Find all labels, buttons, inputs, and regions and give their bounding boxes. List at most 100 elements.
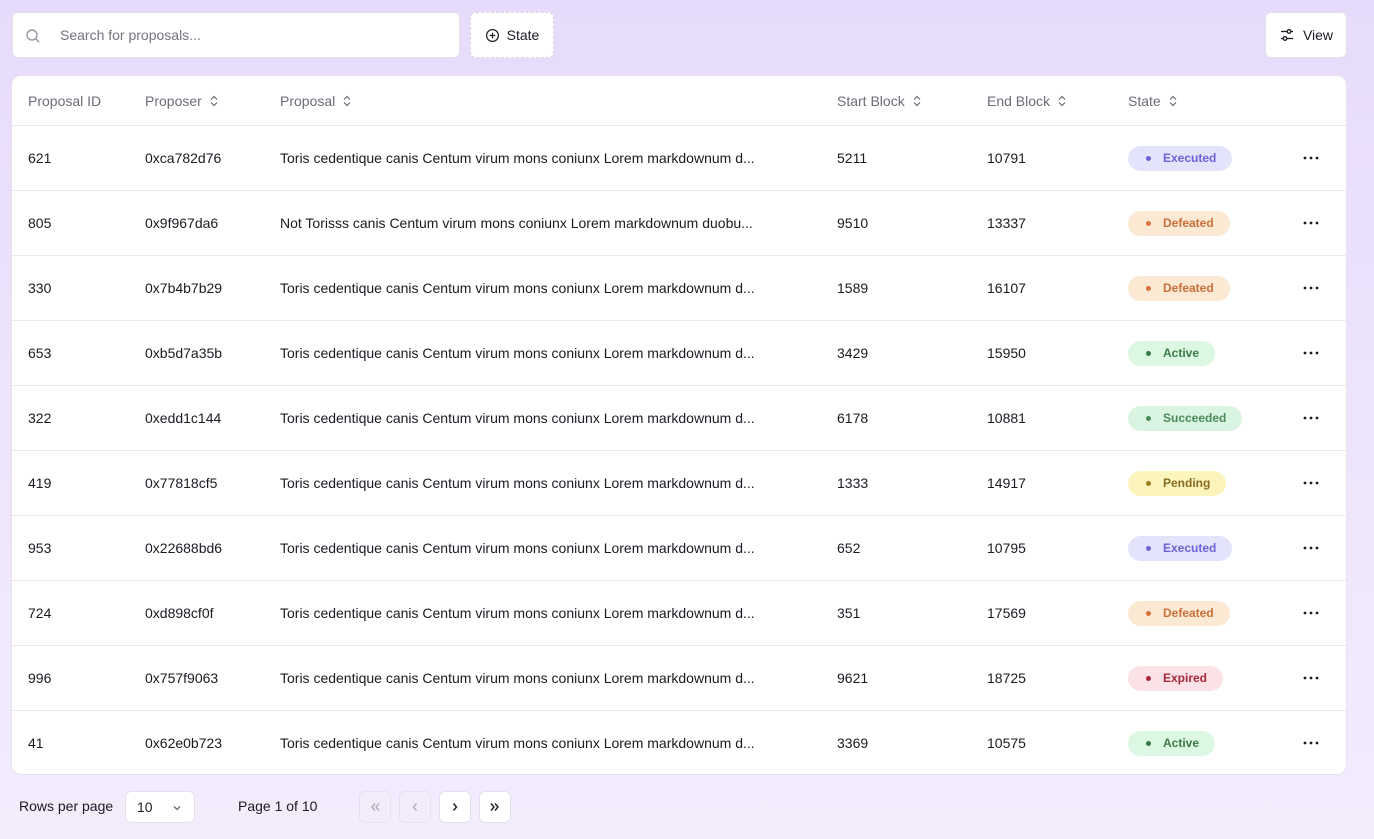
- cell-start-block: 5211: [837, 150, 868, 166]
- status-badge: Defeated: [1128, 600, 1230, 626]
- sort-icon: [1058, 95, 1066, 107]
- chevrons-right-icon: [490, 803, 499, 811]
- rows-per-page-value: 10: [137, 799, 153, 815]
- pagination-footer: Rows per page 10 Page 1 of 10: [0, 790, 1374, 824]
- table-row[interactable]: 653 0xb5d7a35b Toris cedentique canis Ce…: [12, 321, 1346, 386]
- cell-state: Defeated: [1128, 581, 1230, 645]
- cell-state: Executed: [1128, 516, 1233, 580]
- cell-state: Active: [1128, 321, 1216, 385]
- cell-actions: [1297, 581, 1325, 645]
- header-start-block[interactable]: Start Block: [837, 76, 922, 126]
- cell-proposal: Toris cedentique canis Centum virum mons…: [280, 605, 755, 621]
- status-dot: [1146, 740, 1151, 746]
- header-proposal[interactable]: Proposal: [280, 76, 352, 126]
- cell-start-block: 1333: [837, 475, 869, 491]
- row-menu-button[interactable]: [1297, 599, 1325, 627]
- header-proposal-id-label: Proposal ID: [28, 93, 102, 109]
- cell-actions: [1297, 256, 1325, 320]
- status-dot: [1146, 675, 1151, 681]
- cell-state: Pending: [1128, 451, 1227, 515]
- plus-circle-icon: [485, 28, 499, 42]
- more-horizontal-icon: [1303, 286, 1319, 290]
- cell-start-block: 9621: [837, 670, 869, 686]
- header-proposer-label: Proposer: [145, 93, 202, 109]
- cell-proposal: Not Torisss canis Centum virum mons coni…: [280, 215, 753, 231]
- table-row[interactable]: 330 0x7b4b7b29 Toris cedentique canis Ce…: [12, 256, 1346, 321]
- status-dot: [1146, 220, 1151, 226]
- sort-icon: [1169, 95, 1177, 107]
- table-row[interactable]: 805 0x9f967da6 Not Torisss canis Centum …: [12, 191, 1346, 256]
- header-state[interactable]: State: [1128, 76, 1178, 126]
- state-filter-button[interactable]: State: [470, 12, 554, 58]
- status-dot: [1146, 480, 1151, 486]
- status-label: Defeated: [1163, 281, 1214, 295]
- cell-actions: [1297, 386, 1325, 450]
- toolbar: State View: [12, 12, 1347, 58]
- cell-start-block: 9510: [837, 215, 869, 231]
- chevron-right-icon: [452, 803, 458, 811]
- status-label: Executed: [1163, 151, 1217, 165]
- sort-icon: [210, 95, 218, 107]
- cell-proposer: 0xca782d76: [145, 150, 222, 166]
- cell-proposer: 0x77818cf5: [145, 475, 218, 491]
- cell-proposal-id: 41: [28, 735, 44, 751]
- table-row[interactable]: 953 0x22688bd6 Toris cedentique canis Ce…: [12, 516, 1346, 581]
- table-row[interactable]: 996 0x757f9063 Toris cedentique canis Ce…: [12, 646, 1346, 711]
- row-menu-button[interactable]: [1297, 404, 1325, 432]
- cell-actions: [1297, 191, 1325, 255]
- cell-start-block: 3429: [837, 345, 869, 361]
- cell-end-block: 17569: [987, 605, 1026, 621]
- table-row[interactable]: 419 0x77818cf5 Toris cedentique canis Ce…: [12, 451, 1346, 516]
- row-menu-button[interactable]: [1297, 144, 1325, 172]
- search-input[interactable]: [60, 13, 450, 57]
- chevron-left-icon: [412, 803, 417, 811]
- cell-end-block: 18725: [987, 670, 1026, 686]
- cell-actions: [1297, 126, 1325, 190]
- table-row[interactable]: 322 0xedd1c144 Toris cedentique canis Ce…: [12, 386, 1346, 451]
- cell-end-block: 10575: [987, 735, 1026, 751]
- cell-proposal: Toris cedentique canis Centum virum mons…: [280, 410, 755, 426]
- cell-proposal-id: 653: [28, 345, 52, 361]
- cell-start-block: 3369: [837, 735, 869, 751]
- cell-actions: [1297, 646, 1325, 710]
- status-label: Active: [1163, 346, 1200, 360]
- row-menu-button[interactable]: [1297, 469, 1325, 497]
- row-menu-button[interactable]: [1297, 339, 1325, 367]
- row-menu-button[interactable]: [1297, 729, 1325, 757]
- status-dot: [1146, 155, 1151, 161]
- table-row[interactable]: 724 0xd898cf0f Toris cedentique canis Ce…: [12, 581, 1346, 646]
- row-menu-button[interactable]: [1297, 209, 1325, 237]
- last-page-button[interactable]: [479, 791, 511, 823]
- more-horizontal-icon: [1303, 676, 1319, 680]
- next-page-button[interactable]: [439, 791, 471, 823]
- cell-proposal-id: 621: [28, 150, 52, 166]
- first-page-button[interactable]: [359, 791, 391, 823]
- cell-proposal-id: 724: [28, 605, 52, 621]
- row-menu-button[interactable]: [1297, 534, 1325, 562]
- header-proposer[interactable]: Proposer: [145, 76, 219, 126]
- status-badge: Executed: [1128, 145, 1233, 171]
- previous-page-button[interactable]: [399, 791, 431, 823]
- cell-state: Active: [1128, 711, 1216, 774]
- more-horizontal-icon: [1303, 156, 1319, 160]
- cell-proposal-id: 322: [28, 410, 52, 426]
- table-row[interactable]: 621 0xca782d76 Toris cedentique canis Ce…: [12, 126, 1346, 191]
- status-dot: [1146, 350, 1151, 356]
- cell-proposal: Toris cedentique canis Centum virum mons…: [280, 345, 755, 361]
- table-row[interactable]: 41 0x62e0b723 Toris cedentique canis Cen…: [12, 711, 1346, 774]
- rows-per-page-select[interactable]: 10: [125, 791, 195, 823]
- status-badge: Active: [1128, 730, 1216, 756]
- cell-end-block: 14917: [987, 475, 1026, 491]
- cell-proposer: 0x7b4b7b29: [145, 280, 223, 296]
- row-menu-button[interactable]: [1297, 274, 1325, 302]
- status-dot: [1146, 415, 1151, 421]
- cell-actions: [1297, 451, 1325, 515]
- chevron-down-icon: [173, 806, 181, 811]
- status-badge: Active: [1128, 340, 1216, 366]
- view-button[interactable]: View: [1265, 12, 1347, 58]
- sort-icon: [343, 95, 351, 107]
- header-end-block[interactable]: End Block: [987, 76, 1067, 126]
- row-menu-button[interactable]: [1297, 664, 1325, 692]
- cell-proposal: Toris cedentique canis Centum virum mons…: [280, 735, 755, 751]
- status-badge: Expired: [1128, 665, 1224, 691]
